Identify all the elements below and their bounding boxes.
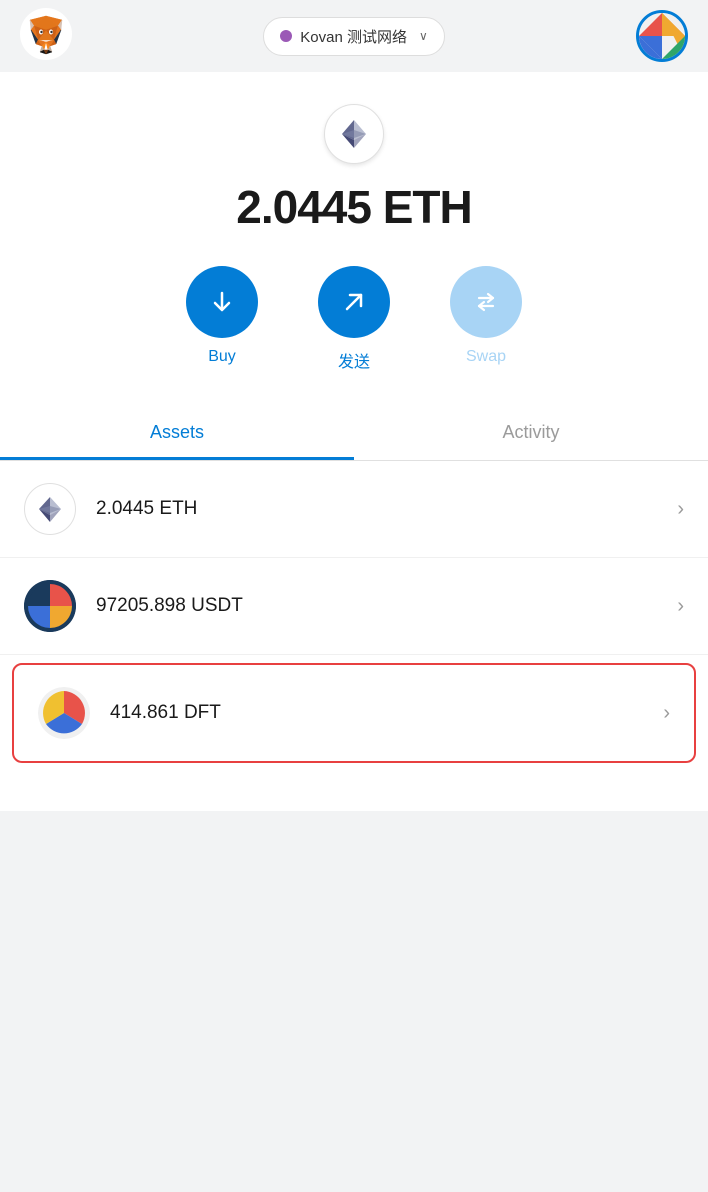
balance-amount: 2.0445 ETH xyxy=(236,181,471,233)
asset-item-eth[interactable]: 2.0445 ETH › xyxy=(0,461,708,558)
balance-container: 2.0445 ETH xyxy=(0,180,708,266)
buy-button[interactable] xyxy=(186,266,258,338)
asset-item-dft[interactable]: 414.861 DFT › xyxy=(12,663,696,763)
send-button[interactable] xyxy=(318,266,390,338)
buy-label: Buy xyxy=(208,348,236,366)
asset-item-usdt[interactable]: 97205.898 USDT › xyxy=(0,558,708,655)
tab-assets[interactable]: Assets xyxy=(0,408,354,460)
header: Kovan 测试网络 ∨ xyxy=(0,0,708,72)
tab-activity[interactable]: Activity xyxy=(354,408,708,460)
send-action[interactable]: 发送 xyxy=(318,266,390,372)
chevron-down-icon: ∨ xyxy=(419,29,428,43)
network-dot xyxy=(280,30,292,42)
usdt-amount: 97205.898 USDT xyxy=(96,595,677,617)
eth-asset-icon xyxy=(24,483,76,535)
eth-amount: 2.0445 ETH xyxy=(96,498,677,520)
buy-action[interactable]: Buy xyxy=(186,266,258,372)
eth-chevron-icon: › xyxy=(677,498,684,521)
network-name: Kovan 测试网络 xyxy=(300,26,407,47)
dft-amount: 414.861 DFT xyxy=(110,702,663,724)
eth-icon-container xyxy=(0,72,708,180)
send-label: 发送 xyxy=(338,348,370,372)
usdt-chevron-icon: › xyxy=(677,595,684,618)
eth-logo xyxy=(324,104,384,164)
swap-button[interactable] xyxy=(450,266,522,338)
swap-action[interactable]: Swap xyxy=(450,266,522,372)
metamask-logo xyxy=(20,8,72,65)
main-content: 2.0445 ETH Buy 发送 xyxy=(0,72,708,811)
asset-list: 2.0445 ETH › 97205.898 USDT › xyxy=(0,461,708,763)
swap-label: Swap xyxy=(466,348,506,366)
account-avatar[interactable] xyxy=(636,10,688,62)
usdt-asset-icon xyxy=(24,580,76,632)
network-selector[interactable]: Kovan 测试网络 ∨ xyxy=(263,17,445,56)
tabs: Assets Activity xyxy=(0,408,708,461)
dft-asset-icon xyxy=(38,687,90,739)
actions: Buy 发送 Swap xyxy=(0,266,708,408)
dft-chevron-icon: › xyxy=(663,702,670,725)
